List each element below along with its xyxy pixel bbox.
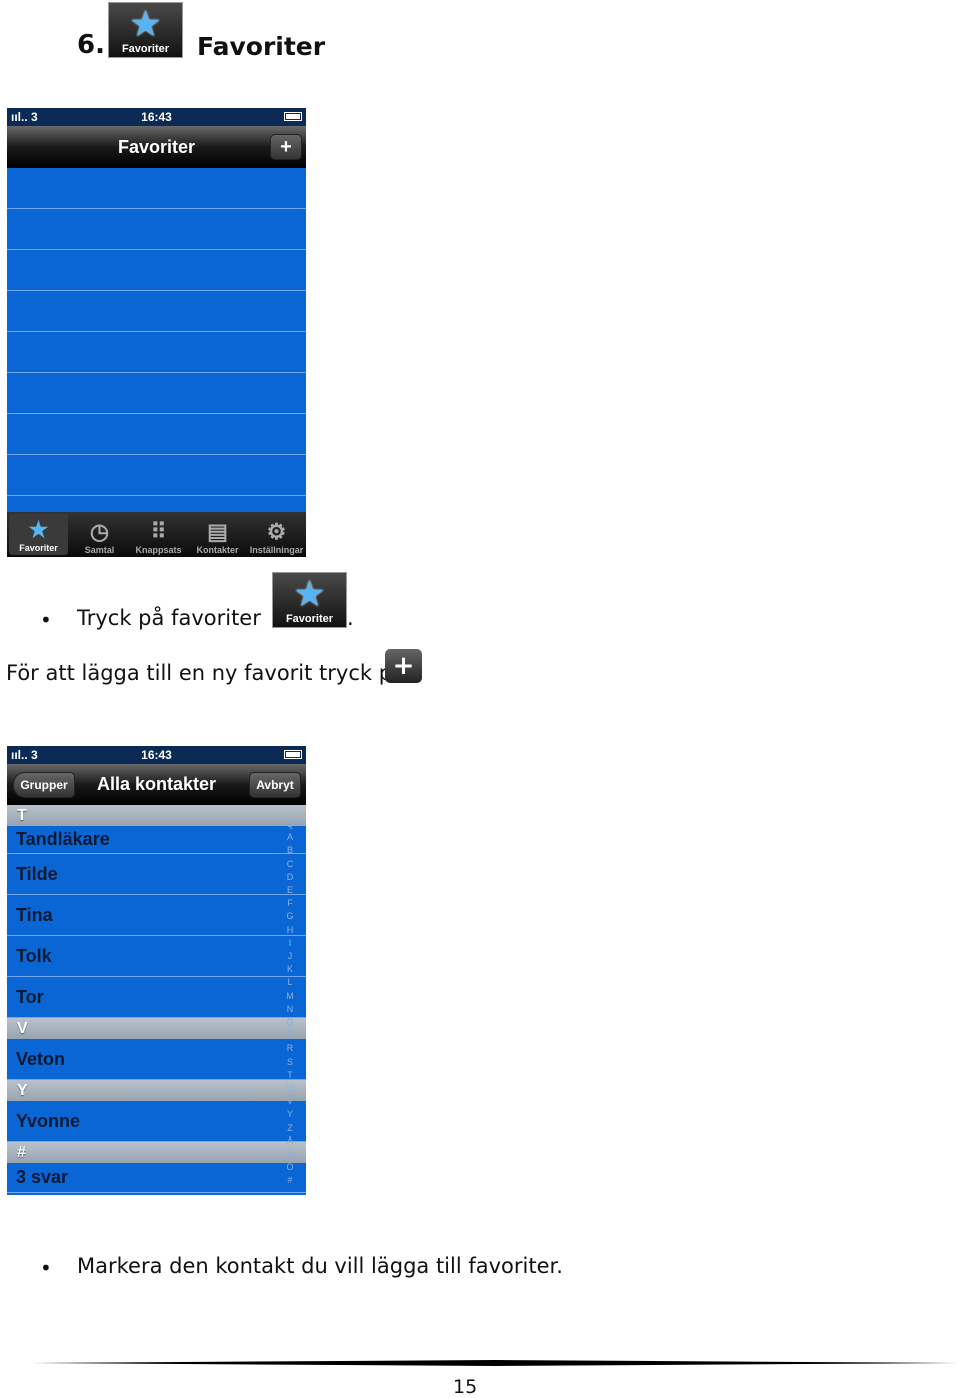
index-letter[interactable]: V [287,1095,293,1108]
index-letter[interactable]: N [287,1003,294,1016]
index-letter[interactable]: A [287,831,293,844]
nav-bar: Grupper Alla kontakter Avbryt [7,764,306,805]
battery-icon [284,112,302,121]
contact-row[interactable]: Tor [7,977,306,1018]
instruction-text: Markera den kontakt du vill lägga till f… [77,1254,563,1278]
index-letter[interactable]: # [287,1174,292,1187]
index-letter[interactable]: D [287,871,294,884]
footer-divider [32,1360,958,1366]
battery-icon [284,750,302,759]
index-letter[interactable]: Ä [287,1148,293,1161]
index-letter[interactable]: O [286,1016,293,1029]
phone-screenshot-contacts: ııl.. 3 16:43 Grupper Alla kontakter Avbr… [7,746,306,1195]
star-icon: ★ [293,574,326,615]
status-bar: ııl.. 3 16:43 [7,108,306,126]
cancel-button[interactable]: Avbryt [249,772,301,798]
section-number: 6. [77,30,105,60]
add-favorite-button[interactable]: + [270,134,302,160]
index-letter[interactable]: G [286,910,293,923]
page-number: 15 [453,1376,478,1398]
index-letter[interactable]: Ö [286,1161,293,1174]
index-letter[interactable]: I [289,937,292,950]
favorites-icon: ★ Favoriter [108,2,183,58]
index-letter[interactable]: M [286,990,294,1003]
index-letter[interactable]: F [287,897,293,910]
instruction-text: Tryck på favoriter [77,606,261,630]
index-letter[interactable]: T [287,1069,293,1082]
favorites-icon: ★ Favoriter [272,572,347,628]
contact-row[interactable]: 3 svar [7,1163,306,1193]
index-letter[interactable]: Q [286,818,293,831]
tab-favoriter[interactable]: ★ Favoriter [9,514,68,555]
contact-card-icon: ▤ [207,519,228,544]
phone-screenshot-favorites: ııl.. 3 16:43 Favoriter + ★ Favoriter ◷ Samt… [7,108,306,557]
index-letter[interactable]: E [287,884,293,897]
section-header: V [7,1018,306,1039]
keypad-icon: ⠿ [150,519,167,544]
tab-samtal[interactable]: ◷ Samtal [70,512,129,557]
tab-knappsats[interactable]: ⠿ Knappsats [129,512,188,557]
section-header: T [7,805,306,826]
section-header: # [7,1142,306,1163]
contact-row[interactable]: Tina [7,895,306,936]
index-letter[interactable]: C [287,858,294,871]
contact-row[interactable]: Yvonne [7,1101,306,1142]
clock-icon: ◷ [89,519,110,544]
index-letter[interactable]: Å [287,1135,293,1148]
status-bar: ııl.. 3 16:43 [7,746,306,764]
index-letter[interactable]: P [287,1029,293,1042]
index-letter[interactable]: J [288,950,293,963]
contact-row[interactable]: Tandläkare [7,826,306,854]
gears-icon: ⚙ [266,519,287,544]
index-letter[interactable]: S [287,1056,293,1069]
contact-row[interactable]: Tilde [7,854,306,895]
index-letter[interactable]: L [287,976,292,989]
alphabet-index[interactable]: Q A B C D E F G H I J K L M N O P R S T U V Y Z Å Ä Ö # [284,818,296,1188]
index-letter[interactable]: U [287,1082,294,1095]
star-icon: ★ [129,4,162,45]
section-header: Y [7,1080,306,1101]
tab-inställningar[interactable]: ⚙ Inställningar [247,512,306,557]
tab-kontakter[interactable]: ▤ Kontakter [188,512,247,557]
plus-icon: + [385,649,422,683]
contact-row[interactable]: Tolk [7,936,306,977]
index-letter[interactable]: Z [287,1122,293,1135]
groups-back-button[interactable]: Grupper [13,772,75,798]
star-icon: ★ [28,517,49,542]
index-letter[interactable]: B [287,844,293,857]
nav-bar: Favoriter + [7,126,306,168]
instruction-text: För att lägga till en ny favorit tryck p… [6,661,405,685]
tab-bar: ★ Favoriter ◷ Samtal ⠿ Knappsats ▤ Kontakter ⚙ In… [7,512,306,557]
index-letter[interactable]: K [287,963,293,976]
contact-row[interactable]: Veton [7,1039,306,1080]
index-letter[interactable]: Y [287,1108,293,1121]
section-title: Favoriter [197,32,326,61]
index-letter[interactable]: R [287,1042,294,1055]
index-letter[interactable]: H [287,924,294,937]
